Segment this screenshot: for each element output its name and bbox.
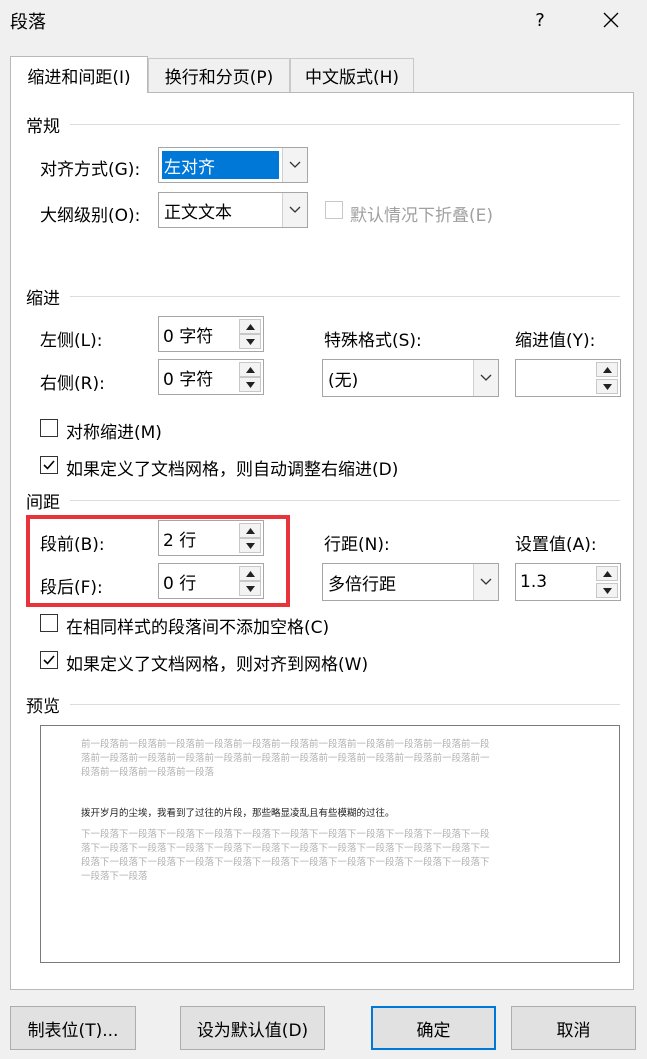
cancel-button[interactable]: 取消	[511, 1006, 636, 1050]
line-spacing-value: 多倍行距	[328, 574, 396, 595]
chevron-down-icon[interactable]	[473, 360, 498, 396]
spin-down-icon[interactable]	[596, 583, 618, 598]
no-space-label: 在相同样式的段落间不添加空格(C)	[66, 618, 330, 638]
divider	[70, 124, 620, 125]
special-indent-select[interactable]: (无)	[322, 359, 499, 397]
highlight-annotation-box	[26, 515, 290, 607]
mirror-indent-checkbox[interactable]	[40, 419, 58, 437]
auto-adjust-label: 如果定义了文档网格，则自动调整右缩进(D)	[66, 460, 399, 480]
left-indent-label: 左侧(L):	[40, 331, 103, 351]
chevron-down-icon[interactable]	[282, 193, 307, 227]
left-indent-value: 0 字符	[163, 326, 214, 347]
preview-box: 前一段落前一段落前一段落前一段落前一段落前一段落前一段落前一段落前一段落前一段落…	[40, 725, 620, 963]
tab-line-page-breaks[interactable]: 换行和分页(P)	[148, 58, 290, 92]
right-indent-label: 右侧(R):	[40, 374, 105, 394]
divider	[70, 500, 620, 501]
outline-level-value: 正文文本	[164, 202, 232, 223]
auto-adjust-checkbox[interactable]	[40, 456, 58, 474]
left-indent-spinner[interactable]: 0 字符	[158, 316, 264, 352]
indent-heading: 缩进	[26, 289, 60, 309]
close-icon	[603, 12, 619, 28]
help-button[interactable]: ?	[517, 0, 563, 40]
preview-prev-line: 前一段落前一段落前一段落前一段落前一段落前一段落前一段落前一段落前一段落前一段落…	[81, 739, 490, 750]
indent-by-label: 缩进值(Y):	[515, 331, 596, 351]
preview-next-line: 段落下一段落下一段落下一段落下一段落下一段落下一段落下一段落下一段落下一段落下一…	[81, 857, 490, 868]
spin-up-icon[interactable]	[596, 566, 618, 581]
spin-down-icon[interactable]	[239, 377, 261, 392]
snap-grid-label: 如果定义了文档网格，则对齐到网格(W)	[66, 655, 369, 675]
ok-button[interactable]: 确定	[371, 1006, 496, 1050]
no-space-checkbox[interactable]	[40, 614, 58, 632]
line-spacing-label: 行距(N):	[324, 535, 390, 555]
preview-prev-line: 段落前一段落前一段落前一段落	[81, 767, 215, 778]
line-spacing-select[interactable]: 多倍行距	[322, 563, 499, 601]
spin-up-icon[interactable]	[239, 362, 261, 377]
spin-up-icon[interactable]	[239, 319, 261, 334]
chevron-down-icon[interactable]	[473, 564, 498, 600]
special-indent-label: 特殊格式(S):	[324, 331, 422, 351]
right-indent-value: 0 字符	[163, 369, 214, 390]
alignment-label: 对齐方式(G):	[40, 160, 141, 180]
tab-strip: 缩进和间距(I) 换行和分页(P) 中文版式(H)	[10, 56, 634, 93]
spacing-at-label: 设置值(A):	[515, 535, 597, 555]
outline-level-select[interactable]: 正文文本	[158, 192, 308, 228]
preview-next-line: 落下一段落下一段落下一段落下一段落下一段落下一段落下一段落下一段落下一段落下一段…	[81, 843, 490, 854]
snap-grid-checkbox[interactable]	[40, 651, 58, 669]
alignment-select[interactable]: 左对齐	[158, 147, 308, 183]
chevron-down-icon[interactable]	[282, 148, 307, 182]
spin-down-icon[interactable]	[239, 334, 261, 349]
divider	[70, 296, 620, 297]
collapse-checkbox[interactable]	[325, 201, 343, 219]
tab-asian-typography[interactable]: 中文版式(H)	[290, 58, 414, 92]
spacing-at-value: 1.3	[520, 572, 548, 592]
special-indent-value: (无)	[328, 370, 359, 391]
preview-sample-text: 拨开岁月的尘埃，我看到了过往的片段，那些略显凌乱且有些模糊的过往。	[81, 808, 395, 819]
dialog-title: 段落	[10, 12, 46, 33]
spin-down-icon[interactable]	[596, 379, 618, 394]
alignment-value: 左对齐	[162, 151, 279, 179]
spacing-at-spinner[interactable]: 1.3	[515, 563, 621, 601]
checkmark-icon	[43, 655, 55, 665]
outline-level-label: 大纲级别(O):	[40, 206, 141, 226]
collapse-label: 默认情况下折叠(E)	[350, 206, 494, 226]
set-default-button[interactable]: 设为默认值(D)	[180, 1006, 325, 1050]
indent-by-spinner[interactable]	[515, 359, 621, 397]
preview-next-line: 一段落下一段落	[81, 871, 148, 882]
checkmark-icon	[43, 460, 55, 470]
mirror-indent-label: 对称缩进(M)	[66, 423, 162, 443]
tab-indent-spacing[interactable]: 缩进和间距(I)	[10, 56, 148, 93]
general-heading: 常规	[26, 117, 60, 137]
spin-up-icon[interactable]	[596, 362, 618, 377]
divider	[70, 704, 620, 705]
spacing-heading: 间距	[26, 493, 60, 513]
tabs-button[interactable]: 制表位(T)...	[10, 1006, 136, 1050]
close-button[interactable]	[588, 0, 634, 40]
preview-heading: 预览	[26, 697, 60, 717]
right-indent-spinner[interactable]: 0 字符	[158, 359, 264, 395]
preview-prev-line: 落前一段落前一段落前一段落前一段落前一段落前一段落前一段落前一段落前一段落前一段…	[81, 753, 490, 764]
preview-next-line: 下一段落下一段落下一段落下一段落下一段落下一段落下一段落下一段落下一段落下一段落…	[81, 829, 490, 840]
